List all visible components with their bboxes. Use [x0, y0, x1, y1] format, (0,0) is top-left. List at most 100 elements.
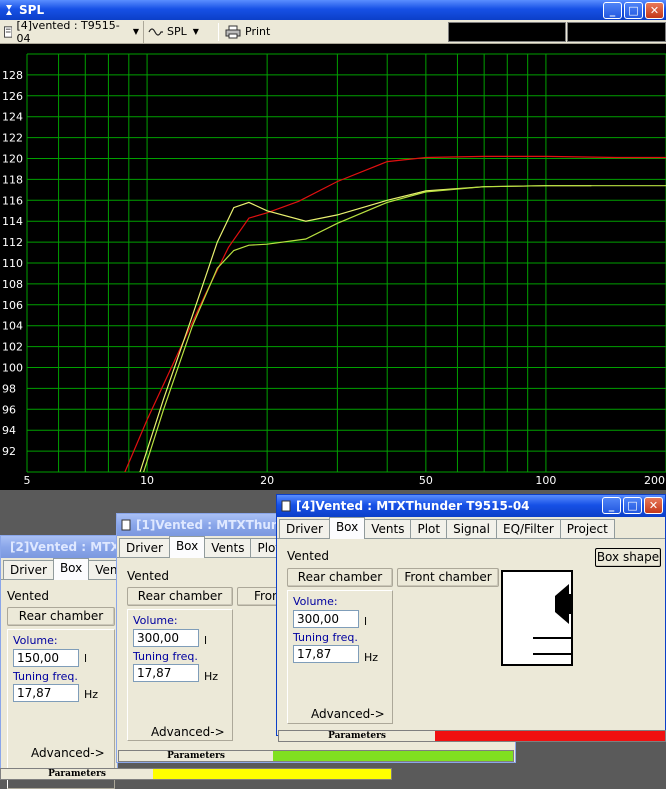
tab-plot[interactable]: Plot [410, 519, 448, 538]
y-tick-label: 116 [2, 194, 23, 207]
y-tick-label: 98 [2, 382, 16, 395]
document-icon [4, 25, 13, 38]
tab-eq-filter[interactable]: EQ/Filter [495, 519, 561, 538]
chart-background [0, 44, 666, 490]
chevron-down-icon[interactable]: ▼ [133, 27, 139, 36]
y-tick-label: 102 [2, 341, 23, 354]
tab-box[interactable]: Box [52, 558, 90, 580]
readout-box-1 [448, 22, 566, 42]
project-select-label: [4]vented : T9515-04 [16, 18, 120, 45]
tab-driver[interactable]: Driver [279, 519, 330, 538]
x-tick-label: 5 [24, 474, 31, 487]
maximize-button[interactable]: □ [624, 2, 643, 19]
box-diagram [501, 570, 573, 666]
x-tick-label: 200 [644, 474, 665, 487]
tuning-unit: Hz [364, 651, 379, 664]
rear-chamber-button[interactable]: Rear chamber [7, 607, 115, 626]
tuning-unit: Hz [204, 670, 219, 683]
volume-input[interactable]: 300,00 [133, 629, 199, 647]
toolbar-separator [218, 22, 219, 41]
mode-select[interactable]: SPL ▼ [144, 21, 216, 43]
volume-unit: l [84, 652, 88, 665]
advanced-button[interactable]: Advanced-> [311, 707, 385, 721]
y-tick-label: 120 [2, 153, 23, 166]
readout-box-2 [567, 22, 666, 42]
tab-signal[interactable]: Signal [446, 519, 497, 538]
y-tick-label: 108 [2, 278, 23, 291]
x-tick-label: 20 [260, 474, 274, 487]
volume-label: Volume: [13, 634, 58, 647]
tab-vents[interactable]: Vents [204, 538, 252, 557]
y-tick-label: 114 [2, 215, 23, 228]
spl-chart[interactable]: 128 126 124 122 120 118 116 114 112 110 108 106 104 1… [0, 44, 666, 490]
close-button[interactable]: ✕ [644, 497, 663, 514]
x-tick-label: 100 [535, 474, 556, 487]
volume-input[interactable]: 300,00 [293, 610, 359, 628]
tuning-input[interactable]: 17,87 [133, 664, 199, 682]
maximize-button[interactable]: □ [623, 497, 642, 514]
advanced-button[interactable]: Advanced-> [31, 746, 105, 760]
tab-driver[interactable]: Driver [119, 538, 170, 557]
tab-project[interactable]: Project [559, 519, 615, 538]
tuning-input[interactable]: 17,87 [293, 645, 359, 663]
box-shape-button[interactable]: Box shape [595, 548, 661, 567]
tab-driver[interactable]: Driver [3, 560, 54, 579]
tuning-label: Tuning freq. [293, 631, 358, 644]
tab-box[interactable]: Box [168, 536, 206, 558]
y-tick-label: 112 [2, 236, 23, 249]
y-tick-label: 124 [2, 111, 23, 124]
box-type-label: Vented [7, 589, 49, 603]
window-1-title: [1]Vented : MTXThund [136, 518, 289, 532]
box-outline [501, 570, 573, 666]
window-2-title: [2]Vented : MTX [10, 540, 120, 554]
tuning-input[interactable]: 17,87 [13, 684, 79, 702]
minimize-button[interactable]: _ [602, 497, 621, 514]
status-label: Parameters [119, 751, 273, 761]
window-2-titlebar[interactable]: [2]Vented : MTX [1, 536, 120, 558]
app-icon [6, 5, 12, 15]
box-type-label: Vented [287, 549, 329, 563]
tab-vents[interactable]: Vents [364, 519, 412, 538]
x-tick-label: 50 [419, 474, 433, 487]
rear-chamber-button[interactable]: Rear chamber [127, 587, 233, 606]
volume-label: Volume: [133, 614, 178, 627]
status-color-swatch [435, 731, 665, 741]
tuning-unit: Hz [84, 688, 99, 701]
window-2[interactable]: [2]Vented : MTX Driver Box Vents Vented … [0, 535, 136, 789]
y-tick-label: 110 [2, 257, 23, 270]
rear-chamber-button[interactable]: Rear chamber [287, 568, 393, 587]
wave-icon [148, 27, 163, 36]
volume-label: Volume: [293, 595, 338, 608]
window-4-tabs: Driver Box Vents Plot Signal EQ/Filter P… [277, 517, 665, 539]
y-tick-label: 100 [2, 362, 23, 375]
main-titlebar[interactable]: SPL _ □ ✕ [0, 0, 666, 20]
status-color-swatch [273, 751, 513, 761]
minimize-button[interactable]: _ [603, 2, 622, 19]
y-tick-label: 94 [2, 424, 16, 437]
tuning-label: Tuning freq. [133, 650, 198, 663]
front-chamber-button[interactable]: Front chamber [397, 568, 499, 587]
window-2-tabs: Driver Box Vents [1, 558, 136, 580]
y-tick-label: 106 [2, 299, 23, 312]
volume-input[interactable]: 150,00 [13, 649, 79, 667]
window-2-statusbar: Parameters [0, 768, 392, 780]
status-label: Parameters [279, 731, 435, 741]
tuning-label: Tuning freq. [13, 670, 78, 683]
window-4-titlebar[interactable]: [4]Vented : MTXThunder T9515-04 _ □ ✕ [277, 495, 665, 517]
volume-unit: l [204, 634, 208, 647]
print-button[interactable]: Print [221, 21, 274, 43]
advanced-button[interactable]: Advanced-> [151, 725, 225, 739]
close-button[interactable]: ✕ [645, 2, 664, 19]
status-label: Parameters [1, 769, 153, 779]
y-tick-label: 96 [2, 403, 16, 416]
tab-box[interactable]: Box [328, 517, 366, 539]
document-icon [281, 500, 291, 512]
y-tick-label: 128 [2, 69, 23, 82]
project-select[interactable]: [4]vented : T9515-04 ▼ [0, 18, 144, 45]
y-tick-label: 104 [2, 320, 23, 333]
window-2-body: Vented Rear chamber Volume: 150,00 l Tun… [1, 581, 117, 789]
chevron-down-icon[interactable]: ▼ [193, 27, 199, 36]
window-4[interactable]: [4]Vented : MTXThunder T9515-04 _ □ ✕ Dr… [276, 494, 666, 736]
y-tick-label: 92 [2, 445, 16, 458]
window-1-statusbar: Parameters [118, 750, 514, 762]
